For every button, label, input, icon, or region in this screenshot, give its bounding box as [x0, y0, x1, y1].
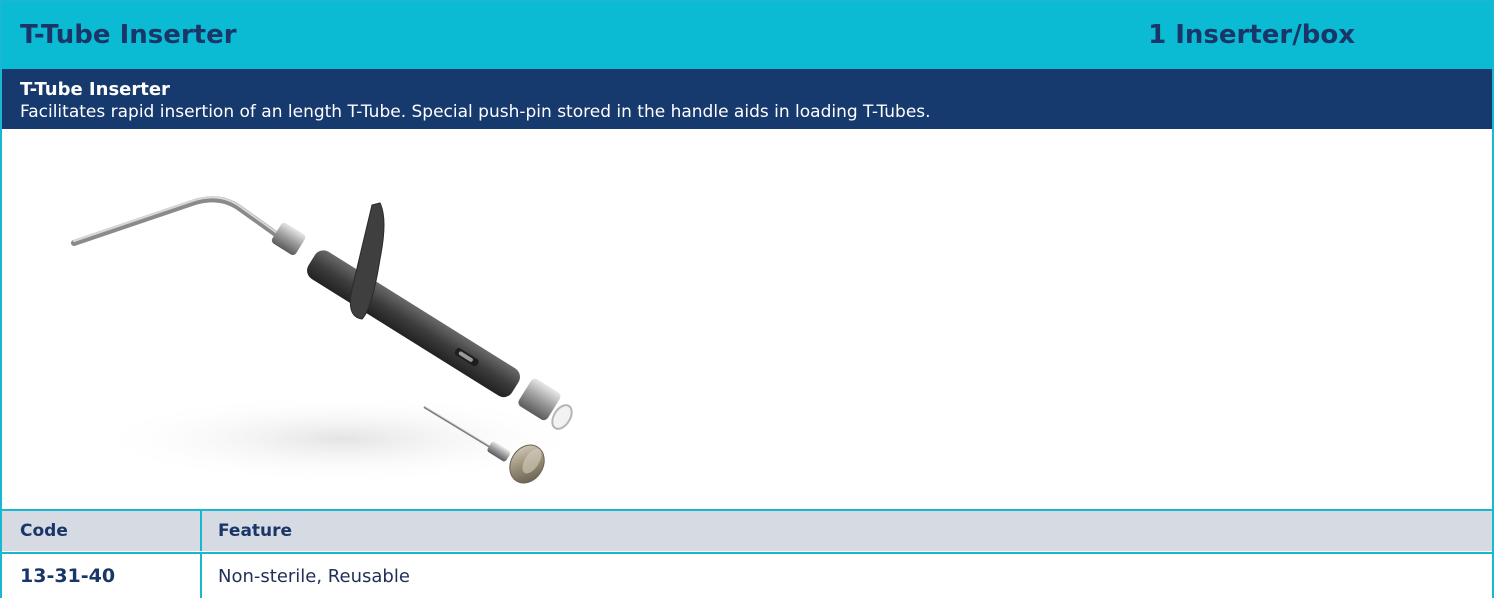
table-header-row: Code Feature — [2, 509, 1492, 551]
product-image-area — [2, 129, 1492, 509]
product-feature: Non-sterile, Reusable — [218, 565, 410, 587]
product-code: 13-31-40 — [20, 565, 116, 587]
product-title: T-Tube Inserter — [20, 20, 237, 50]
column-divider — [200, 554, 202, 598]
description-bar: T-Tube Inserter Facilitates rapid insert… — [2, 69, 1492, 129]
table-row: 13-31-40 Non-sterile, Reusable — [2, 552, 1492, 598]
product-table: Code Feature 13-31-40 Non-sterile, Reusa… — [2, 509, 1492, 598]
column-divider — [200, 511, 202, 551]
column-header-feature: Feature — [218, 521, 293, 541]
column-header-code: Code — [20, 521, 68, 541]
description-text: Facilitates rapid insertion of an length… — [20, 102, 931, 122]
title-bar: T-Tube Inserter 1 Inserter/box — [2, 2, 1492, 69]
description-title: T-Tube Inserter — [20, 79, 170, 100]
product-card: T-Tube Inserter 1 Inserter/box T-Tube In… — [0, 0, 1494, 598]
t-tube-inserter-illustration — [71, 196, 592, 484]
package-quantity: 1 Inserter/box — [1148, 20, 1355, 50]
